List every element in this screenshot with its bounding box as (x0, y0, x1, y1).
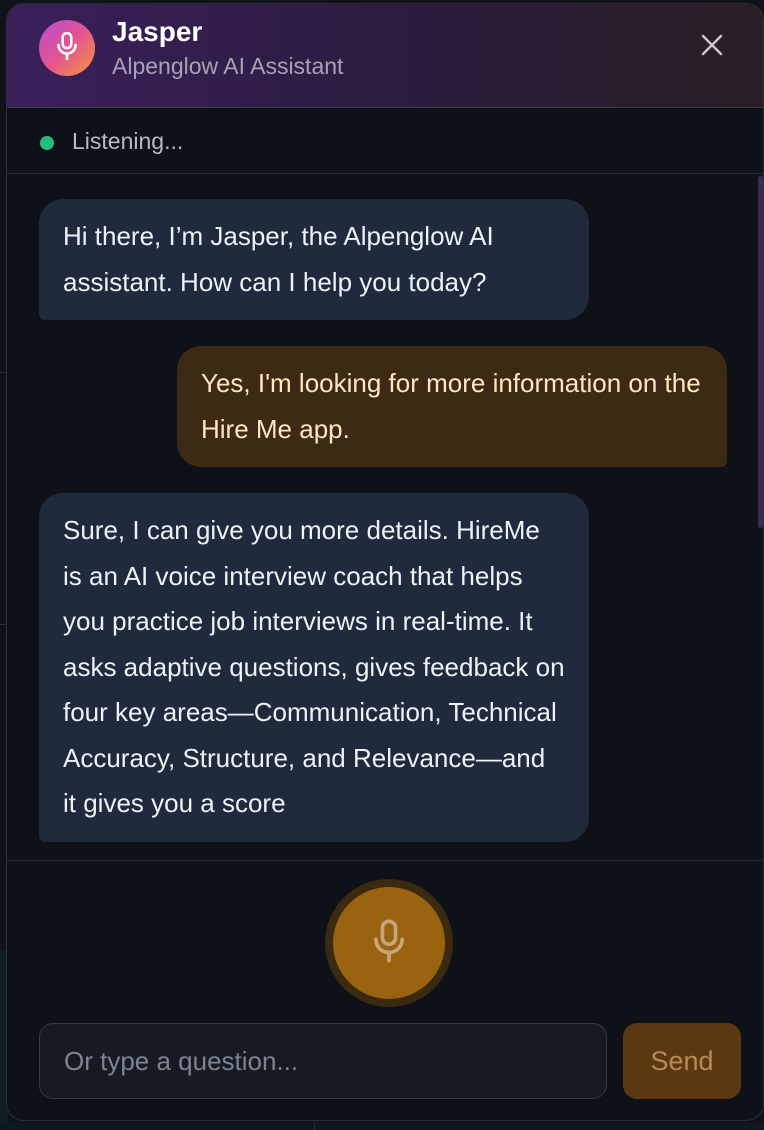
status-bar: Listening... (7, 108, 763, 174)
scrollbar-thumb[interactable] (758, 176, 763, 528)
microphone-icon (54, 31, 80, 65)
assistant-message: Sure, I can give you more details. HireM… (39, 493, 589, 842)
chat-widget: Jasper Alpenglow AI Assistant Listening.… (6, 3, 764, 1121)
assistant-name: Jasper (112, 16, 203, 47)
send-button[interactable]: Send (623, 1023, 741, 1099)
voice-input-button-inner (333, 887, 445, 999)
microphone-icon (369, 918, 409, 968)
voice-input-button[interactable] (325, 879, 453, 1007)
status-indicator-dot (40, 136, 54, 150)
chat-header: Jasper Alpenglow AI Assistant (7, 4, 763, 108)
close-icon (701, 34, 723, 60)
user-message: Yes, I'm looking for more information on… (177, 346, 727, 467)
message-list[interactable]: Hi there, I’m Jasper, the Alpenglow AI a… (7, 174, 763, 860)
assistant-avatar (39, 20, 95, 76)
background-divider (314, 1122, 315, 1130)
assistant-message: Hi there, I’m Jasper, the Alpenglow AI a… (39, 199, 589, 320)
status-text: Listening... (72, 128, 184, 154)
assistant-subtitle: Alpenglow AI Assistant (112, 53, 344, 79)
question-input[interactable] (39, 1023, 607, 1099)
close-button[interactable] (697, 32, 727, 62)
background-panel (0, 1122, 764, 1130)
composer: Send (7, 860, 763, 1120)
